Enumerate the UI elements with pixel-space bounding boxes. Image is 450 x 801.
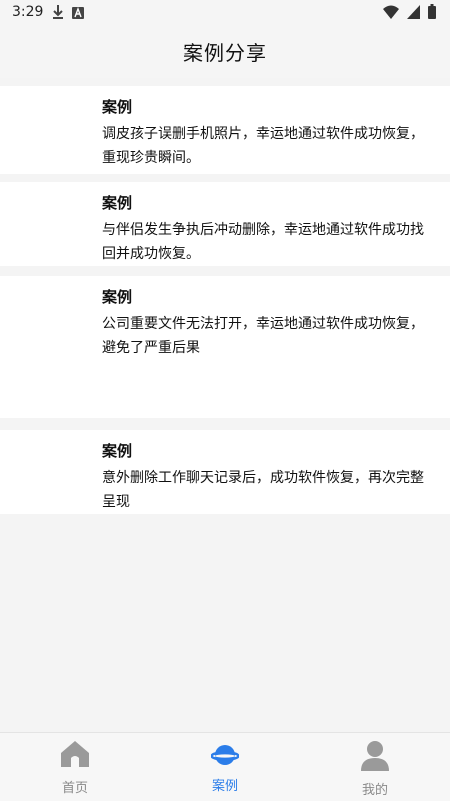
bottom-tab-bar: 首页 案例 我的 (0, 732, 450, 801)
case-title: 案例 (102, 442, 133, 460)
page-title: 案例分享 (183, 40, 267, 65)
home-icon (60, 739, 90, 769)
case-description: 调皮孩子误删手机照片，幸运地通过软件成功恢复，重现珍贵瞬间。 (102, 126, 424, 166)
tab-cases-label: 案例 (211, 779, 238, 794)
case-description: 与伴侣发生争执后冲动删除，幸运地通过软件成功找回并成功恢复。 (102, 222, 424, 262)
status-right-icons (383, 4, 436, 23)
tab-home[interactable]: 首页 (0, 733, 150, 801)
a-notification-icon (72, 4, 84, 23)
case-title: 案例 (102, 288, 133, 306)
case-description: 公司重要文件无法打开，幸运地通过软件成功恢复，避免了严重后果 (102, 316, 424, 356)
tab-mine-label: 我的 (361, 783, 388, 798)
status-left-icons (52, 4, 84, 23)
signal-icon (407, 4, 420, 23)
tab-home-label: 首页 (61, 781, 88, 796)
case-title: 案例 (102, 194, 133, 212)
tab-mine[interactable]: 我的 (300, 733, 450, 801)
tab-cases[interactable]: 案例 (150, 733, 300, 801)
case-card[interactable]: 案例 调皮孩子误删手机照片，幸运地通过软件成功恢复，重现珍贵瞬间。 (0, 86, 450, 174)
status-bar: 3:29 (0, 0, 450, 24)
case-card[interactable]: 案例 公司重要文件无法打开，幸运地通过软件成功恢复，避免了严重后果 (0, 276, 450, 418)
case-description: 意外删除工作聊天记录后，成功软件恢复，再次完整呈现 (102, 470, 424, 510)
status-time: 3:29 (12, 4, 44, 20)
download-icon (52, 4, 64, 23)
header: 案例分享 (0, 24, 450, 78)
case-card[interactable]: 案例 与伴侣发生争执后冲动删除，幸运地通过软件成功找回并成功恢复。 (0, 182, 450, 266)
battery-icon (428, 4, 436, 23)
case-card[interactable]: 案例 意外删除工作聊天记录后，成功软件恢复，再次完整呈现 (0, 430, 450, 514)
wifi-icon (383, 4, 399, 23)
planet-icon (210, 741, 241, 771)
person-icon (360, 739, 390, 771)
case-title: 案例 (102, 98, 133, 116)
